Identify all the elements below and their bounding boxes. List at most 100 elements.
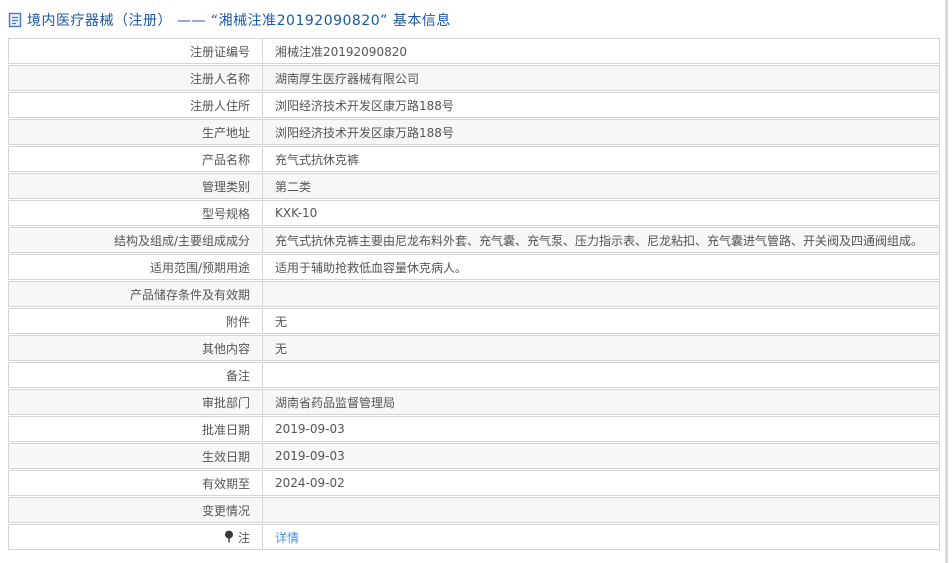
row-label-cell: 生效日期 <box>9 444 263 468</box>
row-label-cell: 结构及组成/主要组成成分 <box>9 228 263 252</box>
row-value-cell: 浏阳经济技术开发区康万路188号 <box>263 120 939 144</box>
row-label-cell: 注册人名称 <box>9 66 263 90</box>
row-label: 结构及组成/主要组成成分 <box>114 232 250 249</box>
row-value: 充气式抗休克裤主要由尼龙布料外套、充气囊、充气泵、压力指示表、尼龙粘扣、充气囊进… <box>275 232 923 249</box>
table-row: 批准日期 2019-09-03 <box>8 416 940 442</box>
row-label-cell: 注册证编号 <box>9 39 263 63</box>
row-label: 备注 <box>226 367 250 384</box>
row-value: 湖南省药品监督管理局 <box>275 394 395 411</box>
row-label: 审批部门 <box>202 394 250 411</box>
row-value: 充气式抗休克裤 <box>275 151 359 168</box>
row-value-cell: 湖南省药品监督管理局 <box>263 390 939 414</box>
row-label-cell: 产品储存条件及有效期 <box>9 282 263 306</box>
table-row: 注 详情 <box>8 524 940 550</box>
row-value-cell: 第二类 <box>263 174 939 198</box>
row-label: 产品储存条件及有效期 <box>130 286 250 303</box>
row-label: 管理类别 <box>202 178 250 195</box>
row-value-cell <box>263 498 939 522</box>
right-scrollbar-track[interactable] <box>945 0 948 563</box>
table-row: 备注 <box>8 362 940 388</box>
row-label: 其他内容 <box>202 340 250 357</box>
row-label: 产品名称 <box>202 151 250 168</box>
row-value: 浏阳经济技术开发区康万路188号 <box>275 97 454 114</box>
row-value-cell: 2019-09-03 <box>263 417 939 441</box>
row-label-cell: 附件 <box>9 309 263 333</box>
table-row: 审批部门 湖南省药品监督管理局 <box>8 389 940 415</box>
row-value-cell: 无 <box>263 336 939 360</box>
table-row: 其他内容 无 <box>8 335 940 361</box>
row-label-cell: 产品名称 <box>9 147 263 171</box>
row-value-cell: 无 <box>263 309 939 333</box>
table-row: 生产地址 浏阳经济技术开发区康万路188号 <box>8 119 940 145</box>
row-value-cell: 充气式抗休克裤主要由尼龙布料外套、充气囊、充气泵、压力指示表、尼龙粘扣、充气囊进… <box>263 228 939 252</box>
table-row: 变更情况 <box>8 497 940 523</box>
row-label: 注册证编号 <box>190 43 250 60</box>
row-value: 适用于辅助抢救低血容量休克病人。 <box>275 259 467 276</box>
row-value-cell: 详情 <box>263 525 939 549</box>
row-value-cell <box>263 363 939 387</box>
registration-table: 注册证编号 湘械注准20192090820 注册人名称 湖南厚生医疗器械有限公司 <box>8 38 940 550</box>
row-label: 生效日期 <box>202 448 250 465</box>
row-label: 生产地址 <box>202 124 250 141</box>
row-value: 第二类 <box>275 178 311 195</box>
row-label-cell: 注册人住所 <box>9 93 263 117</box>
row-value-cell: 湘械注准20192090820 <box>263 39 939 63</box>
row-label-cell: 有效期至 <box>9 471 263 495</box>
table-row: 产品名称 充气式抗休克裤 <box>8 146 940 172</box>
table-row: 产品储存条件及有效期 <box>8 281 940 307</box>
document-icon <box>8 12 22 28</box>
row-value: 湖南厚生医疗器械有限公司 <box>275 70 419 87</box>
row-label: 适用范围/预期用途 <box>150 259 250 276</box>
row-label: 注 <box>238 529 250 546</box>
row-value-cell: 浏阳经济技术开发区康万路188号 <box>263 93 939 117</box>
table-row: 结构及组成/主要组成成分 充气式抗休克裤主要由尼龙布料外套、充气囊、充气泵、压力… <box>8 227 940 253</box>
row-label-cell: 批准日期 <box>9 417 263 441</box>
table-row: 型号规格 KXK-10 <box>8 200 940 226</box>
row-label: 注册人名称 <box>190 70 250 87</box>
row-value-cell: 充气式抗休克裤 <box>263 147 939 171</box>
note-balloon-icon <box>224 530 234 544</box>
row-label: 注册人住所 <box>190 97 250 114</box>
row-value: KXK-10 <box>275 206 317 220</box>
row-label-cell: 备注 <box>9 363 263 387</box>
table-row: 注册人住所 浏阳经济技术开发区康万路188号 <box>8 92 940 118</box>
row-label: 批准日期 <box>202 421 250 438</box>
row-label-cell: 审批部门 <box>9 390 263 414</box>
row-value-cell: 适用于辅助抢救低血容量休克病人。 <box>263 255 939 279</box>
table-row: 适用范围/预期用途 适用于辅助抢救低血容量休克病人。 <box>8 254 940 280</box>
row-label-cell: 其他内容 <box>9 336 263 360</box>
row-label-cell: 管理类别 <box>9 174 263 198</box>
row-value: 2019-09-03 <box>275 449 345 463</box>
row-label: 附件 <box>226 313 250 330</box>
row-value: 浏阳经济技术开发区康万路188号 <box>275 124 454 141</box>
row-label-cell: 生产地址 <box>9 120 263 144</box>
table-row: 注册人名称 湖南厚生医疗器械有限公司 <box>8 65 940 91</box>
page-header: 境内医疗器械（注册） —— “湘械注准20192090820” 基本信息 <box>0 0 952 38</box>
row-value-cell <box>263 282 939 306</box>
row-label-cell: 注 <box>9 525 263 549</box>
page-title: 境内医疗器械（注册） —— “湘械注准20192090820” 基本信息 <box>27 10 451 30</box>
row-label-cell: 型号规格 <box>9 201 263 225</box>
row-label-cell: 变更情况 <box>9 498 263 522</box>
row-value: 无 <box>275 313 287 330</box>
table-row: 有效期至 2024-09-02 <box>8 470 940 496</box>
row-label: 型号规格 <box>202 205 250 222</box>
table-row: 注册证编号 湘械注准20192090820 <box>8 38 940 64</box>
row-value-cell: 2019-09-03 <box>263 444 939 468</box>
row-value: 无 <box>275 340 287 357</box>
row-value: 湘械注准20192090820 <box>275 43 407 60</box>
table-row: 生效日期 2019-09-03 <box>8 443 940 469</box>
row-label: 有效期至 <box>202 475 250 492</box>
table-row: 管理类别 第二类 <box>8 173 940 199</box>
row-value: 2019-09-03 <box>275 422 345 436</box>
row-value-cell: 湖南厚生医疗器械有限公司 <box>263 66 939 90</box>
registration-table-body: 注册证编号 湘械注准20192090820 注册人名称 湖南厚生医疗器械有限公司 <box>8 38 940 550</box>
row-label-cell: 适用范围/预期用途 <box>9 255 263 279</box>
row-value-cell: KXK-10 <box>263 201 939 225</box>
row-value: 2024-09-02 <box>275 476 345 490</box>
row-label: 变更情况 <box>202 502 250 519</box>
details-link[interactable]: 详情 <box>275 531 299 545</box>
row-value-cell: 2024-09-02 <box>263 471 939 495</box>
row-value: 详情 <box>275 529 299 546</box>
table-row: 附件 无 <box>8 308 940 334</box>
